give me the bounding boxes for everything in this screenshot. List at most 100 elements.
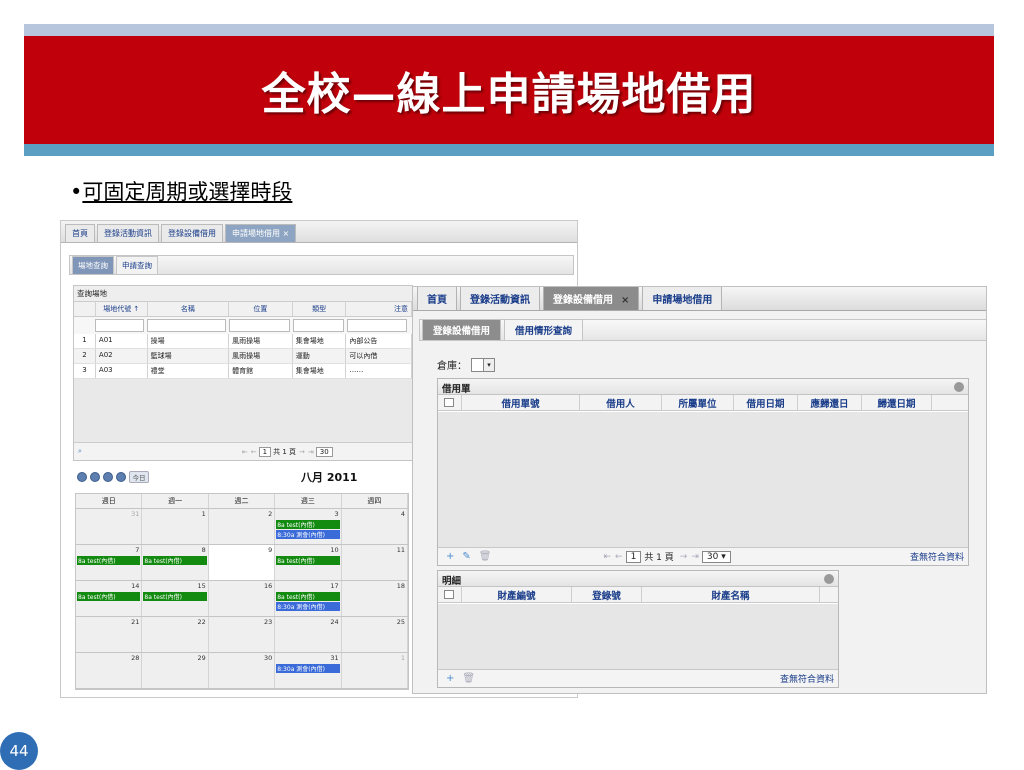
calendar-day[interactable]: 25 xyxy=(341,617,409,652)
page-size-select[interactable]: 30 ▾ xyxy=(701,550,731,563)
calendar-day[interactable]: 3 8a test(內借) 8:30a 測會(內借) xyxy=(275,509,342,544)
page-size-select[interactable]: 30 xyxy=(315,446,333,457)
page-input[interactable]: 1 xyxy=(258,446,272,457)
calendar-event[interactable]: 8a test(內借) xyxy=(77,592,141,601)
tab-home[interactable]: 首頁 xyxy=(65,224,95,242)
col-location[interactable]: 位置 xyxy=(229,302,293,316)
next-page-icon[interactable]: → xyxy=(680,552,688,562)
calendar-event[interactable]: 8a test(內借) xyxy=(276,520,340,529)
col-due-date[interactable]: 應歸還日 xyxy=(798,395,862,410)
add-icon[interactable]: + xyxy=(446,551,454,562)
edit-icon[interactable]: ✎ xyxy=(462,551,470,562)
calendar-day[interactable]: 8 8a test(內借) xyxy=(142,545,209,580)
calendar-day[interactable]: 2 xyxy=(208,509,276,544)
table-row[interactable]: 1 A01 操場 風雨操場 集會場地 內部公告 xyxy=(74,334,413,349)
calendar-day[interactable]: 17 8a test(內借) 8:30a 測會(內借) xyxy=(275,581,342,616)
calendar-day[interactable]: 14 8a test(內借) xyxy=(76,581,143,616)
calendar-event[interactable]: 8a test(內借) xyxy=(276,556,340,565)
calendar-event[interactable]: 8:30a 測會(內借) xyxy=(276,602,340,611)
subtab-apply-query[interactable]: 申請查詢 xyxy=(116,256,158,274)
calendar-event[interactable]: 8a test(內借) xyxy=(143,592,207,601)
first-page-icon[interactable]: ⇤ xyxy=(242,448,248,456)
last-page-icon[interactable]: ⇥ xyxy=(691,552,699,562)
col-asset-name[interactable]: 財產名稱 xyxy=(642,587,820,602)
select-all-checkbox[interactable] xyxy=(438,587,462,602)
warehouse-select[interactable]: ▾ xyxy=(471,357,495,372)
prev-year-button[interactable] xyxy=(77,472,87,482)
tab-equipment-borrow[interactable]: 登錄設備借用 xyxy=(161,224,223,242)
delete-icon[interactable]: 🗑 xyxy=(479,551,492,562)
calendar-day[interactable]: 1 xyxy=(341,653,409,688)
col-return-date[interactable]: 歸還日期 xyxy=(862,395,932,410)
col-note[interactable]: 注意 xyxy=(346,302,413,316)
filter-note-input[interactable] xyxy=(347,319,407,332)
filter-code-input[interactable] xyxy=(95,319,144,332)
calendar-event[interactable]: 8a test(內借) xyxy=(77,556,141,565)
col-type[interactable]: 類型 xyxy=(293,302,347,316)
select-all-checkbox[interactable] xyxy=(438,395,462,410)
subtab-venue-query[interactable]: 場地查詢 xyxy=(72,256,114,274)
filter-name-input[interactable] xyxy=(147,319,226,332)
col-borrower[interactable]: 借用人 xyxy=(580,395,662,410)
today-button[interactable]: 今日 xyxy=(129,471,149,483)
col-venue-code[interactable]: 場地代號 ↑ xyxy=(96,302,148,316)
calendar-event[interactable]: 8:30a 測會(內借) xyxy=(276,664,340,673)
collapse-icon[interactable] xyxy=(824,574,834,584)
calendar-day[interactable]: 24 xyxy=(275,617,342,652)
calendar-day[interactable]: 31 8:30a 測會(內借) xyxy=(275,653,342,688)
table-row[interactable]: 2 A02 籃球場 風雨操場 運動 可以內借 xyxy=(74,349,413,364)
calendar-day[interactable]: 22 xyxy=(142,617,209,652)
calendar-day[interactable]: 11 xyxy=(341,545,409,580)
first-page-icon[interactable]: ⇤ xyxy=(603,552,611,562)
subtab-borrow-status[interactable]: 借用情形查詢 xyxy=(504,319,584,340)
next-month-button[interactable] xyxy=(103,472,113,482)
calendar-day[interactable]: 30 xyxy=(208,653,276,688)
tab-venue-apply[interactable]: 申請場地借用 xyxy=(642,287,723,310)
close-icon[interactable]: × xyxy=(283,229,290,238)
calendar-day[interactable]: 23 xyxy=(208,617,276,652)
calendar-day[interactable]: 15 8a test(內借) xyxy=(142,581,209,616)
tab-activity-info[interactable]: 登錄活動資訊 xyxy=(460,287,540,310)
tab-home[interactable]: 首頁 xyxy=(417,287,457,310)
col-name[interactable]: 名稱 xyxy=(148,302,230,316)
add-icon[interactable]: + xyxy=(446,673,454,684)
last-page-icon[interactable]: ⇥ xyxy=(308,448,314,456)
search-icon[interactable]: ⌕ xyxy=(78,447,82,456)
calendar-event[interactable]: 8a test(內借) xyxy=(143,556,207,565)
calendar-day[interactable]: 29 xyxy=(142,653,209,688)
calendar-day[interactable]: 16 xyxy=(208,581,276,616)
calendar-day[interactable]: 21 xyxy=(76,617,143,652)
tab-venue-apply[interactable]: 申請場地借用 × xyxy=(225,224,297,242)
tab-equipment-borrow[interactable]: 登錄設備借用 × xyxy=(543,287,640,310)
collapse-icon[interactable] xyxy=(954,382,964,392)
delete-icon[interactable]: 🗑 xyxy=(462,673,475,684)
calendar-day[interactable]: 4 xyxy=(341,509,409,544)
subtab-equipment-register[interactable]: 登錄設備借用 xyxy=(422,319,502,340)
col-register-no[interactable]: 登錄號 xyxy=(572,587,642,602)
calendar-day[interactable]: 28 xyxy=(76,653,143,688)
col-department[interactable]: 所屬單位 xyxy=(662,395,734,410)
calendar-day[interactable]: 7 8a test(內借) xyxy=(76,545,143,580)
close-icon[interactable]: × xyxy=(621,295,629,306)
prev-month-button[interactable] xyxy=(90,472,100,482)
prev-page-icon[interactable]: ← xyxy=(615,552,623,562)
next-page-icon[interactable]: → xyxy=(299,448,305,456)
tab-activity-info[interactable]: 登錄活動資訊 xyxy=(97,224,159,242)
prev-page-icon[interactable]: ← xyxy=(251,448,257,456)
calendar-event[interactable]: 8a test(內借) xyxy=(276,592,340,601)
filter-location-input[interactable] xyxy=(229,319,290,332)
calendar-day[interactable]: 10 8a test(內借) xyxy=(275,545,342,580)
col-borrow-no[interactable]: 借用單號 xyxy=(462,395,580,410)
page-input[interactable]: 1 xyxy=(625,550,642,563)
calendar-event[interactable]: 8:30a 測會(內借) xyxy=(276,530,340,539)
calendar-day[interactable]: 31 xyxy=(76,509,143,544)
calendar-day-today[interactable]: 9 xyxy=(208,545,276,580)
col-borrow-date[interactable]: 借用日期 xyxy=(734,395,798,410)
chevron-down-icon[interactable]: ▾ xyxy=(483,358,494,371)
table-row[interactable]: 3 A03 禮堂 體育館 集會場地 …… xyxy=(74,364,413,379)
calendar-day[interactable]: 18 xyxy=(341,581,409,616)
col-asset-no[interactable]: 財產編號 xyxy=(462,587,572,602)
filter-type-input[interactable] xyxy=(293,319,344,332)
calendar-day[interactable]: 1 xyxy=(142,509,209,544)
next-year-button[interactable] xyxy=(116,472,126,482)
